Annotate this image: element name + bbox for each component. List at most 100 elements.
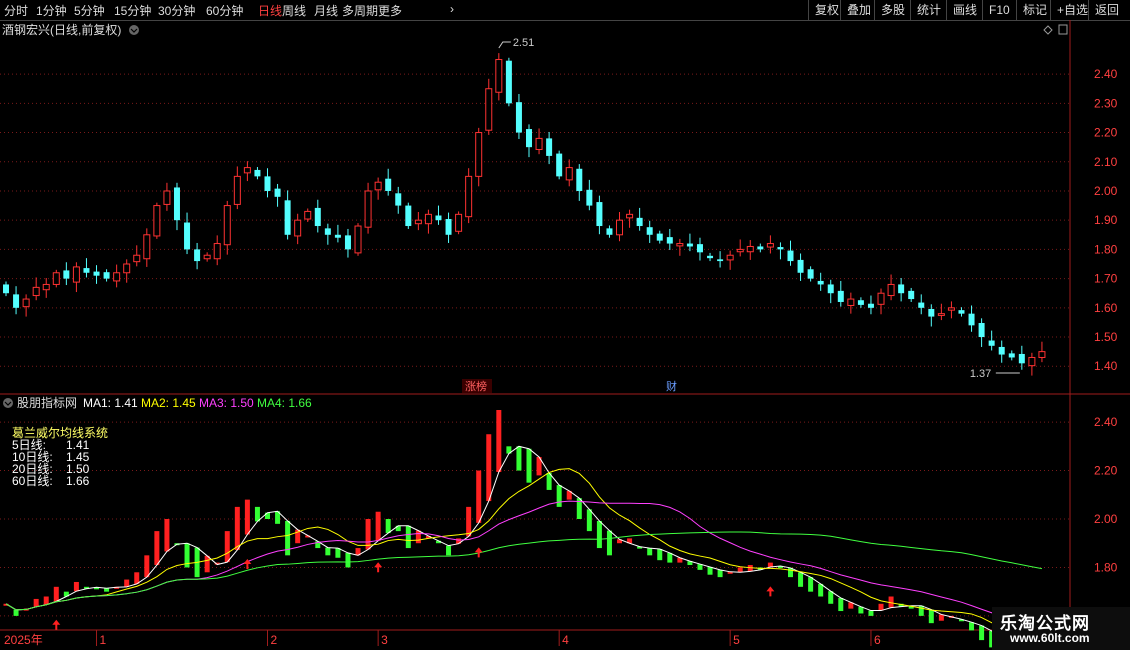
period-tab-10[interactable]: 更多 (378, 2, 402, 19)
price-tick-6: 2.00 (1094, 184, 1118, 198)
period-tab-5[interactable]: 60分钟 (206, 2, 243, 19)
period-tab-6[interactable]: 日线 (258, 2, 282, 19)
ind-bar-64 (647, 548, 653, 556)
period-tab-3[interactable]: 15分钟 (114, 2, 151, 19)
candle-body-45 (455, 213, 463, 232)
candle-body-68 (686, 243, 693, 247)
candle-body-69 (696, 244, 703, 253)
price-tick-5: 1.90 (1094, 213, 1118, 227)
candle-body-75 (757, 246, 764, 250)
candle-body-32 (324, 228, 331, 235)
candle-body-9 (93, 271, 100, 276)
period-tab-4[interactable]: 30分钟 (158, 2, 195, 19)
grid (0, 20, 1130, 650)
candle-body-84 (847, 298, 855, 306)
indicator-dropdown-icon[interactable] (3, 398, 13, 408)
watermark: 乐淘公式网 www.60lt.com (992, 607, 1130, 650)
ind-bar-3 (33, 598, 39, 607)
period-tab-7[interactable]: 周线 (282, 2, 306, 19)
ind-bar-44 (446, 545, 452, 556)
period-tab-2[interactable]: 5分钟 (74, 2, 105, 19)
candle-body-73 (736, 248, 744, 253)
ind-tick-2: 2.00 (1094, 512, 1118, 526)
price-tick-2: 1.60 (1094, 301, 1118, 315)
month-label-5: 6 (874, 633, 881, 647)
ma10-line (5, 468, 1043, 645)
period-tab-1[interactable]: 1分钟 (36, 2, 67, 19)
candle-body-43 (435, 215, 442, 221)
candle-body-33 (334, 234, 341, 238)
ind-bar-37 (375, 511, 381, 541)
more-arrow-icon[interactable]: › (450, 2, 454, 16)
candle-body-66 (666, 237, 673, 244)
candle-body-54 (546, 138, 553, 156)
candle-body-21 (213, 243, 221, 260)
buy-arrow-icon-37 (374, 562, 383, 573)
price-tick-10: 2.40 (1094, 67, 1118, 81)
window-icon[interactable] (1058, 24, 1068, 35)
candle-body-30 (304, 210, 312, 220)
candle-body-88 (887, 283, 895, 297)
toolbar-button-5[interactable]: F10 (982, 0, 1016, 20)
labels: 2.51 1.37 酒钢宏兴(日线,前复权) 涨榜 财股朋指标网 MA1: 1.41 MA2… (2, 22, 1068, 488)
ind-bar-48 (486, 434, 492, 502)
period-tab-0[interactable]: 分时 (4, 2, 28, 19)
candle-body-39 (395, 193, 402, 206)
toolbar-button-2[interactable]: 多股 (874, 0, 911, 20)
candle-body-59 (596, 202, 603, 227)
ind-bar-41 (415, 530, 421, 544)
price-tick-4: 1.80 (1094, 242, 1118, 256)
ind-bar-4 (43, 596, 49, 605)
toolbar-button-4[interactable]: 画线 (946, 0, 983, 20)
toolbar-button-1[interactable]: 叠加 (840, 0, 877, 20)
ind-bar-20 (204, 555, 210, 573)
candle-body-96 (968, 313, 975, 326)
ind-bar-34 (345, 552, 351, 568)
candle-body-53 (535, 137, 543, 150)
ma-label-0: MA1: 1.41 (83, 396, 138, 410)
diamond-icon[interactable] (1043, 25, 1053, 35)
candle-body-17 (173, 187, 180, 221)
toolbar-button-8[interactable]: 返回 (1088, 0, 1125, 20)
candle-body-65 (656, 233, 663, 241)
ind-bar-46 (466, 506, 472, 537)
candle-body-76 (766, 243, 774, 248)
candle-body-49 (495, 59, 503, 93)
candle-body-7 (72, 266, 80, 283)
candle-body-51 (515, 102, 522, 133)
period-tab-8[interactable]: 月线 (314, 2, 338, 19)
zhangbang-badge: 涨榜 (465, 379, 487, 393)
candle-body-48 (485, 88, 493, 131)
period-tab-9[interactable]: 多周期 (342, 2, 378, 19)
candle-body-57 (576, 168, 583, 191)
ind-bar-65 (657, 549, 663, 561)
legend-label-3: 60日线: (12, 474, 53, 488)
candle-body-5 (52, 272, 60, 285)
year-label: 2025年 (4, 633, 43, 647)
candle-body-14 (143, 234, 151, 260)
toolbar-button-3[interactable]: 统计 (910, 0, 947, 20)
candle-body-97 (978, 323, 985, 338)
candle-body-40 (405, 205, 412, 227)
candle-body-10 (103, 272, 110, 279)
ind-bar-82 (828, 591, 834, 604)
ma60-line (5, 531, 1043, 611)
candle-body-15 (153, 205, 161, 237)
candle-body-64 (646, 227, 653, 235)
candle-body-1 (13, 294, 20, 308)
month-label-1: 2 (271, 633, 278, 647)
candle-body-12 (123, 263, 131, 274)
candle-body-72 (726, 254, 734, 261)
price-tick-3: 1.70 (1094, 272, 1118, 286)
ind-bar-1 (13, 609, 19, 616)
price-tick-1: 1.50 (1094, 330, 1118, 344)
dropdown-icon[interactable] (129, 25, 139, 35)
candle-body-85 (857, 300, 864, 305)
ind-bar-33 (335, 548, 341, 558)
price-tick-8: 2.20 (1094, 126, 1118, 140)
candle-body-50 (505, 60, 512, 104)
ind-bar-23 (234, 506, 240, 551)
ind-bar-40 (405, 525, 411, 549)
toolbar-button-6[interactable]: 标记 (1016, 0, 1053, 20)
candle-body-35 (354, 225, 362, 254)
